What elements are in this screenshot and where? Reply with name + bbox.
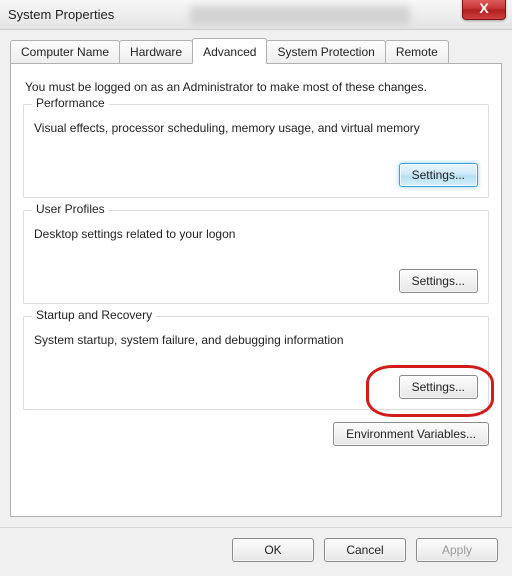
close-button[interactable]: X (462, 0, 506, 20)
group-performance-text: Visual effects, processor scheduling, me… (34, 121, 478, 135)
group-user-profiles: User Profiles Desktop settings related t… (23, 210, 489, 304)
performance-settings-button[interactable]: Settings... (399, 163, 478, 187)
window-title: System Properties (8, 7, 114, 22)
tab-panel-advanced: You must be logged on as an Administrato… (10, 63, 502, 517)
group-performance-title: Performance (32, 96, 109, 110)
cancel-button[interactable]: Cancel (324, 538, 406, 562)
group-startup-recovery-btn-row: Settings... (34, 375, 478, 399)
system-properties-window: System Properties X Computer Name Hardwa… (0, 0, 512, 576)
group-startup-recovery-title: Startup and Recovery (32, 308, 156, 322)
ok-button[interactable]: OK (232, 538, 314, 562)
group-user-profiles-btn-row: Settings... (34, 269, 478, 293)
user-profiles-settings-button[interactable]: Settings... (399, 269, 478, 293)
titlebar-blur (190, 6, 410, 24)
intro-text: You must be logged on as an Administrato… (25, 80, 487, 94)
startup-recovery-settings-button[interactable]: Settings... (399, 375, 478, 399)
tab-advanced[interactable]: Advanced (192, 38, 267, 64)
group-performance: Performance Visual effects, processor sc… (23, 104, 489, 198)
dialog-body: Computer Name Hardware Advanced System P… (0, 30, 512, 527)
env-row: Environment Variables... (23, 422, 489, 446)
environment-variables-button[interactable]: Environment Variables... (333, 422, 489, 446)
dialog-button-row: OK Cancel Apply (0, 527, 512, 576)
tab-strip: Computer Name Hardware Advanced System P… (10, 38, 502, 64)
title-bar: System Properties X (0, 0, 512, 30)
group-user-profiles-text: Desktop settings related to your logon (34, 227, 478, 241)
group-user-profiles-title: User Profiles (32, 202, 109, 216)
tab-system-protection[interactable]: System Protection (266, 40, 385, 64)
group-performance-btn-row: Settings... (34, 163, 478, 187)
apply-button[interactable]: Apply (416, 538, 498, 562)
tab-remote[interactable]: Remote (385, 40, 449, 64)
tab-hardware[interactable]: Hardware (119, 40, 193, 64)
group-startup-recovery: Startup and Recovery System startup, sys… (23, 316, 489, 410)
group-startup-recovery-text: System startup, system failure, and debu… (34, 333, 478, 347)
tab-computer-name[interactable]: Computer Name (10, 40, 120, 64)
